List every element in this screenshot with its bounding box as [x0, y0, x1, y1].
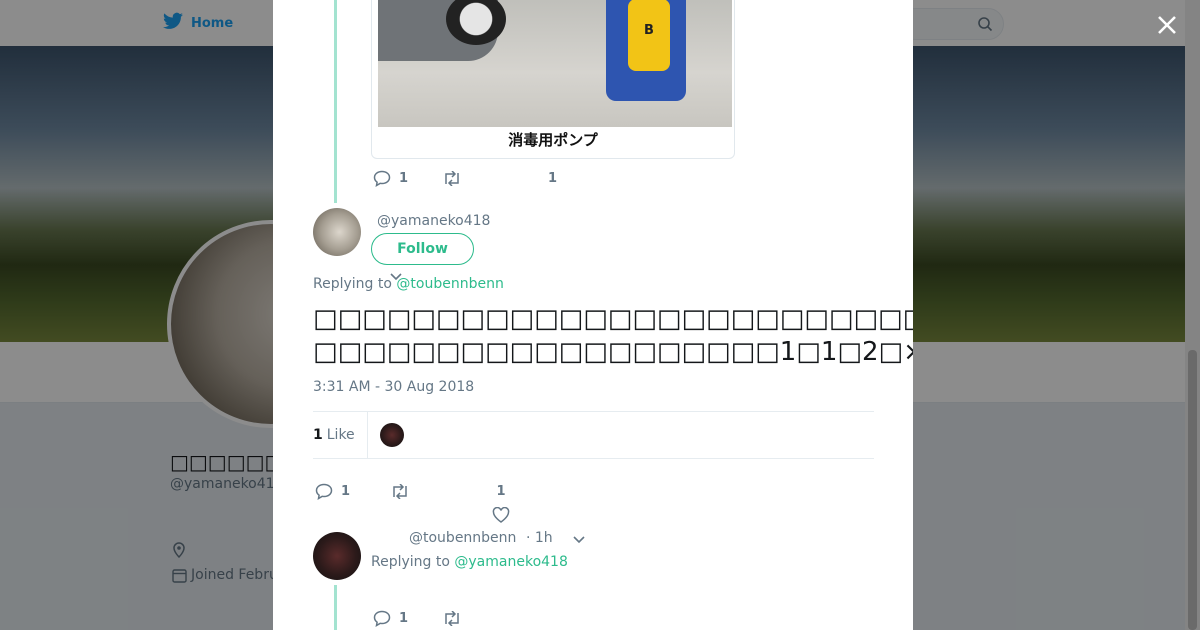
reply-count: 1 — [399, 171, 409, 186]
retweet-button[interactable] — [390, 484, 410, 499]
next-author-handle[interactable]: @toubennbenn — [409, 530, 516, 546]
replying-to-line: Replying to @toubennbenn — [313, 276, 504, 292]
chevron-down-icon[interactable] — [572, 535, 586, 544]
tweet-timestamp[interactable]: 3:31 AM - 30 Aug 2018 — [313, 379, 474, 395]
reply-author-handle[interactable]: @yamaneko418 — [377, 213, 490, 229]
heart-icon — [492, 507, 510, 523]
like-button[interactable]: 1 — [492, 484, 510, 523]
sprayer-tank: B — [628, 0, 670, 71]
reply-button[interactable]: 1 — [315, 483, 350, 500]
like-stat-count: 1 — [313, 427, 323, 443]
reply-author-avatar[interactable] — [313, 208, 361, 256]
tweet-text-line-1: □□□□□□□□□□□□□□□□□□□□□□□□□□□□□□□□□□□□□□ — [313, 304, 913, 334]
reply-button[interactable]: 1 — [373, 170, 408, 187]
liker-avatar[interactable] — [379, 423, 404, 447]
close-icon[interactable] — [1155, 13, 1179, 37]
like-count: 1 — [548, 171, 558, 186]
reply-icon — [373, 170, 391, 187]
reply-tweet-actions: 1 1 — [315, 472, 510, 523]
retweet-icon — [393, 484, 407, 499]
tweet-text: □□□□□□□□□□□□□□□□□□□□□□□□ □□□□□□□□□□□□□□ □… — [313, 303, 913, 369]
thread-connector — [334, 0, 337, 203]
reply-icon — [315, 483, 333, 500]
tweet-permalink-modal: B 消毒用ポンプ 1 1 @yamaneko418 Follow Replyin… — [273, 0, 913, 630]
reply-icon — [373, 610, 391, 627]
tweet-actions: 1 1 — [373, 170, 557, 187]
next-tweet-actions: 1 — [373, 610, 462, 627]
retweet-button[interactable] — [442, 171, 462, 186]
next-tweet-time[interactable]: · 1h — [526, 530, 553, 546]
like-count: 1 — [496, 484, 506, 499]
follow-button[interactable]: Follow — [371, 233, 474, 265]
like-stat[interactable]: 1 Like — [313, 412, 368, 458]
reply-count: 1 — [399, 611, 409, 626]
replying-to-link[interactable]: @toubennbenn — [396, 276, 503, 292]
reply-count: 1 — [341, 484, 351, 499]
like-button[interactable]: 1 — [548, 171, 557, 186]
retweet-icon — [445, 611, 459, 626]
replying-prefix: Replying to — [313, 276, 397, 292]
retweet-button[interactable] — [442, 611, 462, 626]
reply-button[interactable]: 1 — [373, 610, 408, 627]
photo-image: B — [378, 0, 732, 127]
retweet-icon — [445, 171, 459, 186]
next-author-avatar[interactable] — [313, 532, 361, 580]
like-stat-label: Like — [326, 427, 355, 443]
photo-caption: 消毒用ポンプ — [508, 131, 598, 149]
tweet-text-line-2: □□□□□□□□□□□□□□□□□□□1□1□2□×4□□□□5□□□□□ — [313, 337, 913, 367]
replying-prefix: Replying to — [371, 554, 455, 570]
tweet-media-photo[interactable]: B 消毒用ポンプ — [371, 0, 735, 159]
replying-to-link[interactable]: @yamaneko418 — [454, 554, 567, 570]
tweet-stats: 1 Like — [313, 411, 874, 459]
thread-connector — [334, 585, 337, 630]
next-replying-to-line: Replying to @yamaneko418 — [371, 554, 568, 570]
